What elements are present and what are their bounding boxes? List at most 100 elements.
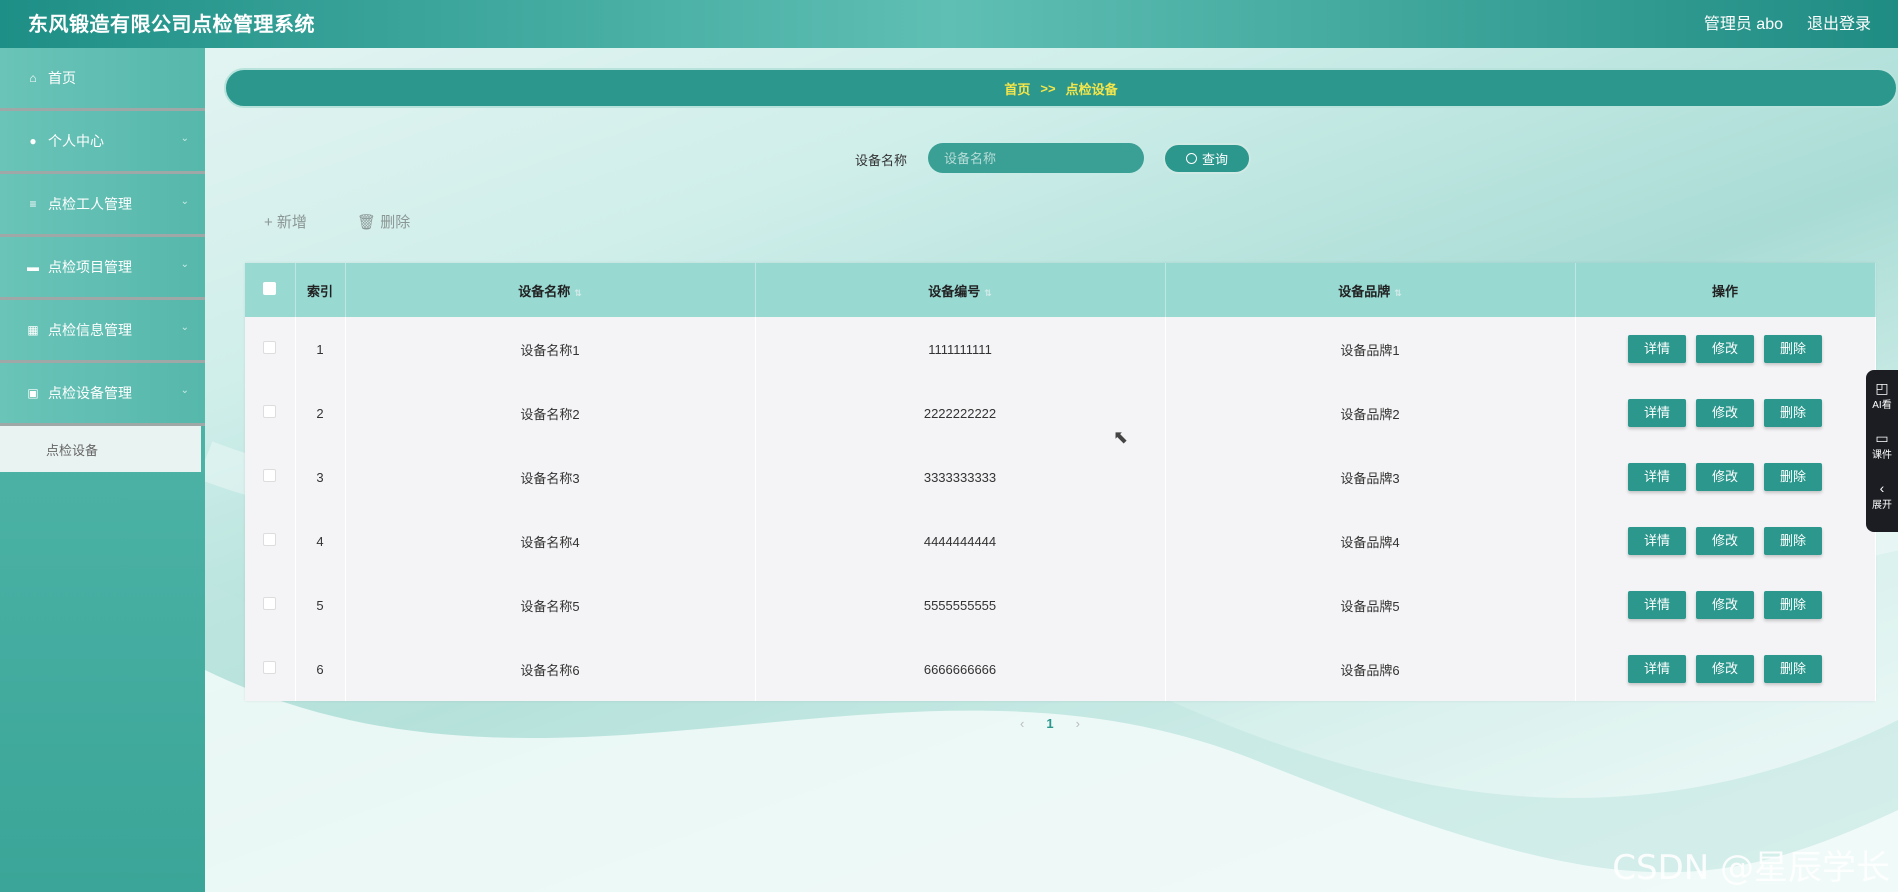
sidebar-item-workers[interactable]: ≡ 点检工人管理 ⌄ <box>0 174 205 237</box>
prev-page-button[interactable]: ‹ <box>1020 716 1024 731</box>
cell-actions: 详情 修改 删除 <box>1575 317 1876 381</box>
cell-brand: 设备品牌6 <box>1165 637 1576 701</box>
sidebar-item-label: 个人中心 <box>48 133 104 149</box>
edit-button[interactable]: 修改 <box>1696 399 1754 427</box>
search-button-label: 查询 <box>1201 152 1228 167</box>
row-checkbox[interactable] <box>263 533 277 546</box>
cell-actions: 详情 修改 删除 <box>1575 509 1876 573</box>
data-table: 索引 设备名称 ⇅ 设备编号 ⇅ 设备品牌 ⇅ 操作 1 设备名称1 1111111111… <box>245 263 1876 701</box>
home-icon: ⌂ <box>29 71 37 85</box>
sidebar-item-label: 点检设备管理 <box>48 385 132 401</box>
delete-button[interactable]: 删除 <box>1764 399 1822 427</box>
next-page-button[interactable]: › <box>1076 716 1080 731</box>
row-select-cell <box>245 317 296 381</box>
sidebar-item-projects[interactable]: ▬ 点检项目管理 ⌄ <box>0 237 205 300</box>
list-icon: ≡ <box>29 197 37 211</box>
watermark: CSDN @星辰学长 <box>1612 848 1890 888</box>
add-button[interactable]: + 新增 <box>264 211 307 232</box>
cell-name: 设备名称4 <box>345 509 756 573</box>
batch-delete-button[interactable]: 🗑 删除 <box>357 211 410 232</box>
cell-code: 5555555555 <box>755 573 1166 637</box>
row-checkbox[interactable] <box>263 661 277 674</box>
cell-code: 2222222222 <box>755 381 1166 445</box>
courseware-button[interactable]: ▭ 课件 <box>1866 420 1898 470</box>
cell-actions: 详情 修改 删除 <box>1575 637 1876 701</box>
cell-actions: 详情 修改 删除 <box>1575 445 1876 509</box>
column-header-label: 设备编号 <box>928 283 981 299</box>
delete-button[interactable]: 删除 <box>1764 527 1822 555</box>
sidebar-item-equipment[interactable]: ▣ 点检设备管理 ⌄ <box>0 363 205 426</box>
column-header-code[interactable]: 设备编号 ⇅ <box>755 263 1166 317</box>
table-row: 5 设备名称5 5555555555 设备品牌5 详情 修改 删除 <box>245 573 1876 637</box>
chevron-down-icon: ⌄ <box>180 133 189 144</box>
select-all-cell <box>245 263 296 317</box>
sidebar-item-profile[interactable]: ● 个人中心 ⌄ <box>0 111 205 174</box>
edit-button[interactable]: 修改 <box>1696 527 1754 555</box>
row-checkbox[interactable] <box>263 341 277 354</box>
cell-index: 5 <box>295 573 346 637</box>
app-title: 东风锻造有限公司点检管理系统 <box>28 12 315 36</box>
table-header-row: 索引 设备名称 ⇅ 设备编号 ⇅ 设备品牌 ⇅ 操作 <box>245 263 1876 317</box>
detail-button[interactable]: 详情 <box>1628 655 1686 683</box>
breadcrumb: 首页 >> 点检设备 <box>224 68 1898 108</box>
table-row: 6 设备名称6 6666666666 设备品牌6 详情 修改 删除 <box>245 637 1876 701</box>
detail-button[interactable]: 详情 <box>1628 463 1686 491</box>
column-header-name[interactable]: 设备名称 ⇅ <box>345 263 756 317</box>
sidebar-item-info[interactable]: ▦ 点检信息管理 ⌄ <box>0 300 205 363</box>
delete-button[interactable]: 删除 <box>1764 655 1822 683</box>
batch-delete-label: 删除 <box>380 214 411 231</box>
expand-button[interactable]: ‹ 展开 <box>1866 470 1898 520</box>
cell-name: 设备名称3 <box>345 445 756 509</box>
logout-link[interactable]: 退出登录 <box>1807 10 1871 34</box>
current-page[interactable]: 1 <box>1046 716 1053 731</box>
breadcrumb-separator: >> <box>1040 80 1056 96</box>
edit-button[interactable]: 修改 <box>1696 463 1754 491</box>
row-checkbox[interactable] <box>263 405 277 418</box>
table-row: 1 设备名称1 1111111111 设备品牌1 详情 修改 删除 <box>245 317 1876 381</box>
detail-button[interactable]: 详情 <box>1628 335 1686 363</box>
cell-index: 1 <box>295 317 346 381</box>
column-header-brand[interactable]: 设备品牌 ⇅ <box>1165 263 1576 317</box>
breadcrumb-home[interactable]: 首页 <box>1004 79 1030 98</box>
search-button[interactable]: 查询 <box>1163 143 1251 174</box>
current-user: 管理员 abo <box>1703 16 1783 33</box>
pagination: ‹ 1 › <box>1020 716 1080 731</box>
cell-code: 4444444444 <box>755 509 1166 573</box>
sidebar-item-label: 点检信息管理 <box>48 322 132 338</box>
cell-name: 设备名称5 <box>345 573 756 637</box>
row-select-cell <box>245 573 296 637</box>
search-input[interactable] <box>928 143 1144 173</box>
table-row: 2 设备名称2 2222222222 设备品牌2 详情 修改 删除 <box>245 381 1876 445</box>
sort-icon: ⇅ <box>984 287 992 298</box>
cell-brand: 设备品牌1 <box>1165 317 1576 381</box>
row-select-cell <box>245 445 296 509</box>
detail-button[interactable]: 详情 <box>1628 591 1686 619</box>
chevron-down-icon: ⌄ <box>180 385 189 396</box>
delete-button[interactable]: 删除 <box>1764 335 1822 363</box>
search-label: 设备名称 <box>855 153 908 168</box>
delete-button[interactable]: 删除 <box>1764 463 1822 491</box>
cell-index: 6 <box>295 637 346 701</box>
sidebar: ⌂ 首页 ● 个人中心 ⌄ ≡ 点检工人管理 ⌄ ▬ 点检项目管理 ⌄ ▦ 点检… <box>0 48 205 892</box>
edit-button[interactable]: 修改 <box>1696 591 1754 619</box>
cell-index: 4 <box>295 509 346 573</box>
user-icon: ● <box>29 134 37 148</box>
sidebar-item-home[interactable]: ⌂ 首页 <box>0 48 205 111</box>
row-select-cell <box>245 637 296 701</box>
floating-tool-panel: ◰ AI看 ▭ 课件 ‹ 展开 <box>1866 370 1898 532</box>
sidebar-subitem-equipment[interactable]: 点检设备 <box>0 426 201 472</box>
detail-button[interactable]: 详情 <box>1628 399 1686 427</box>
ai-view-button[interactable]: ◰ AI看 <box>1866 370 1898 420</box>
row-checkbox[interactable] <box>263 469 277 482</box>
cell-brand: 设备品牌2 <box>1165 381 1576 445</box>
detail-button[interactable]: 详情 <box>1628 527 1686 555</box>
cell-brand: 设备品牌5 <box>1165 573 1576 637</box>
row-checkbox[interactable] <box>263 597 277 610</box>
edit-button[interactable]: 修改 <box>1696 335 1754 363</box>
grid-icon: ▦ <box>27 323 39 337</box>
select-all-checkbox[interactable] <box>263 282 277 295</box>
edit-button[interactable]: 修改 <box>1696 655 1754 683</box>
column-header-index: 索引 <box>295 263 346 317</box>
delete-button[interactable]: 删除 <box>1764 591 1822 619</box>
briefcase-icon: ▣ <box>27 386 39 400</box>
